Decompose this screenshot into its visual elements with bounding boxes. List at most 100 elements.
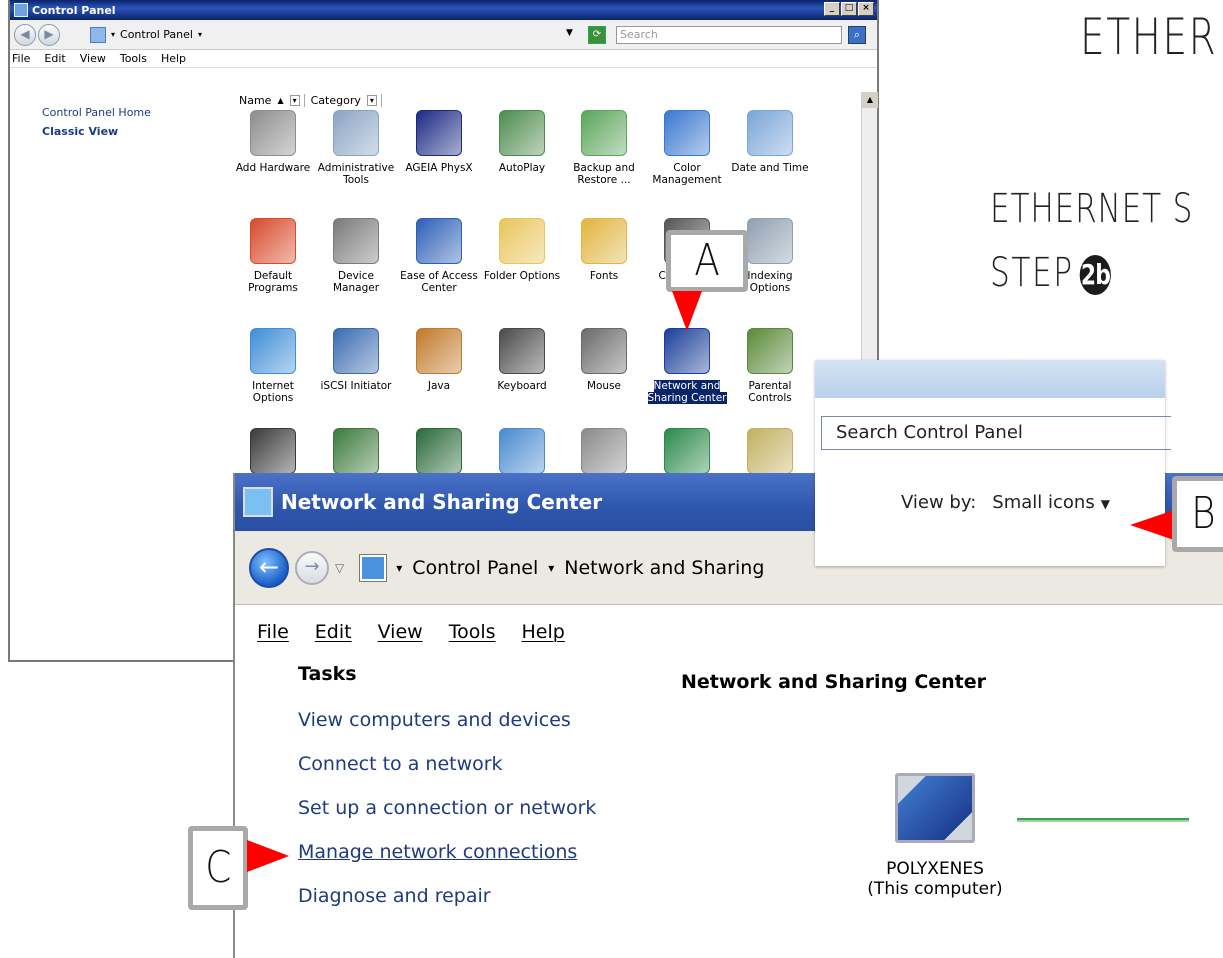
cp-item[interactable]: AutoPlay [481, 110, 563, 174]
cp-title: Control Panel [32, 3, 116, 17]
sort-up-icon: ▲ [277, 95, 284, 105]
cp-address-path[interactable]: ▾ Control Panel ▾ [90, 26, 202, 43]
cp-item[interactable]: iSCSI Initiator [315, 328, 397, 392]
cp-item-label: Device Manager [332, 270, 380, 294]
cp-item[interactable]: AGEIA PhysX [398, 110, 480, 174]
search-icon[interactable]: ⌕ [848, 26, 866, 44]
callout-b: B [1172, 476, 1223, 552]
cp-item[interactable]: Default Programs [232, 218, 314, 294]
control-panel-applet-icon [581, 428, 627, 474]
cp-addressbar: ◀ ▶ ▾ Control Panel ▾ ▼ ⟳ Search ⌕ [10, 20, 877, 50]
control-panel-applet-icon [333, 428, 379, 474]
control-panel-applet-icon [664, 428, 710, 474]
menu-help[interactable]: Help [161, 52, 186, 65]
cp-item-label: AutoPlay [498, 162, 546, 174]
forward-button[interactable]: ▶ [38, 23, 60, 46]
control-panel-applet-icon [333, 110, 379, 156]
address-dropdown-icon[interactable]: ▼ [566, 28, 573, 38]
callout-b-arrow [1130, 510, 1174, 540]
chevron-down-icon[interactable]: ▾ [289, 94, 300, 106]
forward-button[interactable]: → [295, 550, 329, 585]
network-icon [243, 487, 273, 517]
cp-item[interactable]: Parental Controls [729, 328, 811, 404]
cp-item[interactable]: Java [398, 328, 480, 392]
nsc-tasks-panel: Tasks View computers and devices Connect… [298, 663, 596, 929]
minimize-button[interactable]: _ [824, 2, 840, 16]
cp-item[interactable]: Internet Options [232, 328, 314, 404]
control-panel-applet-icon [250, 218, 296, 264]
menu-file[interactable]: File [12, 52, 30, 65]
search-control-panel-input[interactable]: Search Control Panel [821, 416, 1171, 450]
view-by-value[interactable]: Small icons [992, 492, 1094, 513]
cp-item[interactable]: Ease of Access Center [398, 218, 480, 294]
task-manage-connections[interactable]: Manage network connections [298, 841, 596, 863]
scroll-up-icon[interactable]: ▲ [862, 92, 878, 108]
menu-tools[interactable]: Tools [449, 621, 496, 643]
cp-item-label: Java [427, 380, 451, 392]
control-panel-applet-icon [747, 428, 793, 474]
cp-item-label: Internet Options [252, 380, 294, 404]
cp-item[interactable]: Keyboard [481, 328, 563, 392]
cp-item[interactable]: Add Hardware [232, 110, 314, 174]
control-panel-applet-icon [499, 428, 545, 474]
cp-item[interactable]: Device Manager [315, 218, 397, 294]
this-computer[interactable]: POLYXENES (This computer) [855, 773, 1015, 899]
back-button[interactable]: ◀ [14, 23, 36, 46]
menu-tools[interactable]: Tools [120, 52, 147, 65]
control-panel-applet-icon [581, 110, 627, 156]
view-by-label: View by: [901, 492, 977, 513]
menu-help[interactable]: Help [522, 621, 565, 643]
menu-file[interactable]: File [257, 621, 289, 643]
control-panel-applet-icon [747, 110, 793, 156]
nsc-breadcrumb[interactable]: ▾ Control Panel ▾ Network and Sharing [359, 553, 764, 582]
chevron-down-icon: ▾ [197, 30, 202, 39]
menu-view[interactable]: View [378, 621, 423, 643]
task-connect-network[interactable]: Connect to a network [298, 753, 596, 775]
column-category[interactable]: Category ▾ [307, 93, 382, 107]
close-button[interactable]: × [858, 2, 874, 16]
cp-item-label: Backup and Restore ... [573, 162, 635, 186]
cp-address-label: Control Panel [120, 28, 193, 41]
control-panel-applet-icon [581, 328, 627, 374]
nsc-main-title: Network and Sharing Center [681, 671, 987, 693]
cp-item[interactable]: Color Management [646, 110, 728, 186]
cp-item-label: Date and Time [731, 162, 809, 174]
column-name[interactable]: Name ▲ ▾ [235, 93, 305, 107]
control-panel-applet-icon [499, 218, 545, 264]
menu-edit[interactable]: Edit [44, 52, 65, 65]
breadcrumb-control-panel[interactable]: Control Panel [412, 557, 538, 579]
cp-scrollbar[interactable]: ▲ [861, 92, 878, 362]
classic-view-link[interactable]: Classic View [42, 125, 235, 138]
cp-item[interactable]: Network and Sharing Center [646, 328, 728, 404]
chevron-down-icon[interactable]: ▼ [1101, 497, 1110, 511]
cp-item[interactable]: Mouse [563, 328, 645, 392]
callout-a: A [666, 230, 748, 292]
callout-a-arrow [672, 291, 702, 331]
cp-item[interactable]: Date and Time [729, 110, 811, 174]
view-by-control[interactable]: View by: Small icons ▼ [901, 492, 1110, 513]
menu-view[interactable]: View [80, 52, 106, 65]
control-panel-applet-icon [664, 110, 710, 156]
task-diagnose-repair[interactable]: Diagnose and repair [298, 885, 596, 907]
menu-edit[interactable]: Edit [315, 621, 352, 643]
cp-item[interactable]: Folder Options [481, 218, 563, 282]
cp-item[interactable]: Backup and Restore ... [563, 110, 645, 186]
task-setup-connection[interactable]: Set up a connection or network [298, 797, 596, 819]
chevron-down-icon[interactable]: ▾ [366, 94, 377, 106]
task-view-computers[interactable]: View computers and devices [298, 709, 596, 731]
maximize-button[interactable]: □ [841, 2, 857, 16]
control-panel-icon [14, 3, 28, 17]
back-button[interactable]: ← [249, 547, 289, 588]
control-panel-home-link[interactable]: Control Panel Home [42, 106, 235, 119]
cp-item-label: Parental Controls [748, 380, 792, 404]
breadcrumb-nsc[interactable]: Network and Sharing [564, 557, 764, 579]
chevron-down-icon: ▾ [111, 30, 116, 39]
cp-item-label: Network and Sharing Center [647, 380, 727, 404]
chevron-down-icon[interactable]: ▽ [335, 561, 344, 575]
control-panel-icon [90, 26, 106, 43]
page-heading: ETHER [1080, 8, 1218, 66]
cp-item[interactable]: Fonts [563, 218, 645, 282]
refresh-icon[interactable]: ⟳ [588, 26, 606, 44]
cp-search-input[interactable]: Search [616, 26, 842, 44]
cp-item[interactable]: Administrative Tools [315, 110, 397, 186]
